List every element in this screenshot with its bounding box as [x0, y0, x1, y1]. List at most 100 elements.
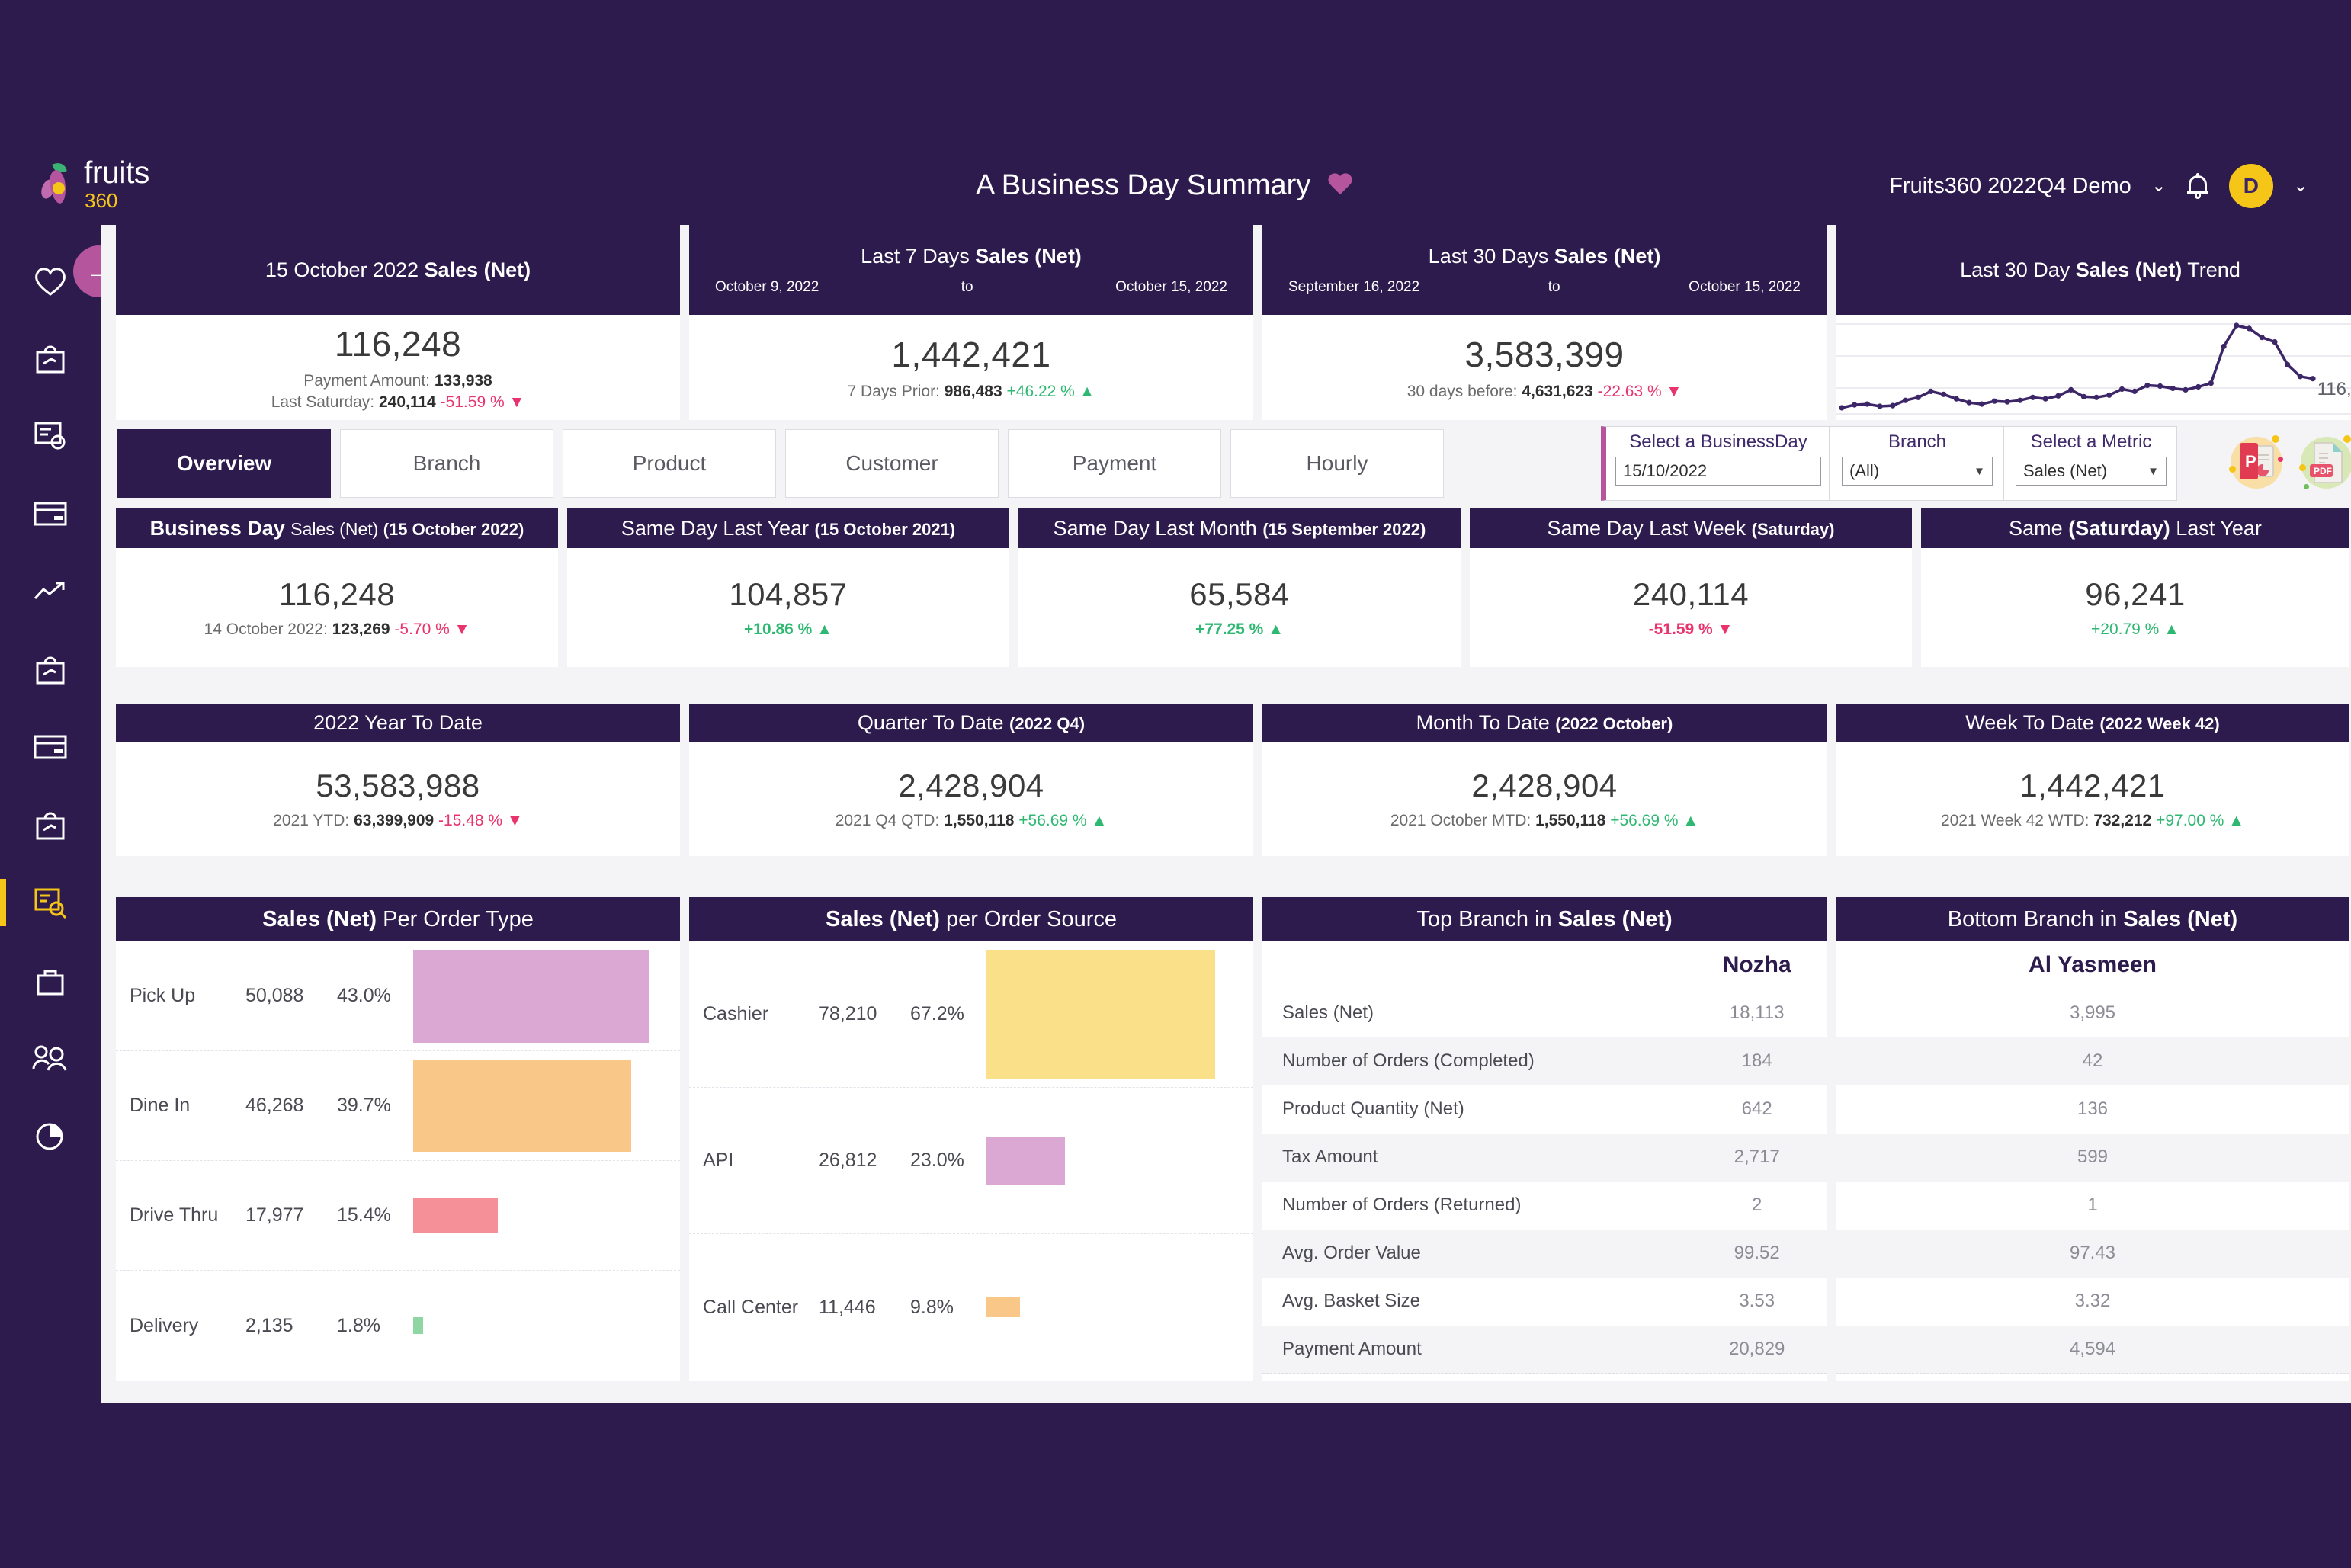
export-powerpoint-button[interactable]: P	[2224, 431, 2288, 495]
avatar[interactable]: D	[2228, 164, 2273, 208]
table-row: Number of Orders (Completed) 184	[1262, 1037, 1827, 1085]
compare-value: 240,114	[1632, 576, 1750, 612]
kpi-range-from: September 16, 2022	[1288, 278, 1420, 295]
todate-sub: 2021 Q4 QTD: 1,550,118 +56.69 % ▲	[836, 812, 1107, 830]
kpi-sub-compare: 30 days before: 4,631,623 -22.63 % ▼	[1407, 383, 1682, 401]
todate-title-small: (2022 Q4)	[1009, 713, 1086, 733]
branch-select[interactable]: (All) ▼	[1842, 457, 1993, 486]
metric-value: 136	[2077, 1098, 2109, 1119]
arrow-up-icon: ▲	[1268, 620, 1284, 638]
tab-product[interactable]: Product	[563, 429, 776, 498]
compare-card-same-day-last-week: Same Day Last Week (Saturday) 240,114 -5…	[1470, 508, 1912, 667]
bar-value-label: 50,088	[245, 985, 304, 1006]
bar-percent-label: 1.8%	[337, 1314, 380, 1336]
tab-branch[interactable]: Branch	[340, 429, 553, 498]
todate-sub-value: 1,550,118	[944, 812, 1015, 829]
sidebar-item-analytics[interactable]	[25, 1112, 75, 1159]
arrow-up-icon: ▲	[2228, 812, 2245, 829]
sidebar-item-payment-card-2[interactable]	[25, 723, 75, 771]
fruits-logo-icon	[39, 160, 76, 205]
panel-sales-per-order-source: Sales (Net) per Order Source Cashier 78,2…	[689, 897, 1253, 1381]
compare-delta: +10.86 %	[744, 620, 813, 638]
trend-header: Last 30 Day Sales (Net) Trend	[1836, 225, 2351, 315]
svg-text:PDF: PDF	[2314, 466, 2332, 476]
sidebar-item-order-report[interactable]	[25, 412, 75, 460]
tenant-chevron-down-icon[interactable]: ⌄	[2151, 177, 2167, 195]
todate-header: Week To Date (2022 Week 42)	[1836, 704, 2349, 742]
branch-value: (All)	[1849, 461, 1880, 480]
kpi-delta-arrow-down-icon: ▼	[508, 393, 525, 411]
compare-title-main: Same Day Last Year	[621, 516, 815, 540]
export-pdf-button[interactable]: PDF	[2295, 431, 2351, 495]
todate-body: 2,428,904 2021 Q4 QTD: 1,550,118 +56.69 …	[689, 742, 1253, 856]
kpi-sub-value: 4,631,623	[1522, 383, 1593, 400]
sidebar-item-basket-2[interactable]	[25, 646, 75, 693]
bar-rect	[413, 1198, 499, 1234]
bar-percent-label: 67.2%	[910, 1003, 964, 1024]
metric-label: Payment Amount	[1262, 1325, 1688, 1374]
metric-value: 20,829	[1687, 1325, 1827, 1374]
metric-label: Avg. Order Value	[1262, 1229, 1688, 1278]
panel-header: Sales (Net) per Order Source	[689, 897, 1253, 941]
todate-card-year: 2022 Year To Date 53,583,988 2021 YTD: 6…	[116, 704, 680, 856]
kpi-header: Last 30 Days Sales (Net) September 16, 2…	[1262, 225, 1827, 315]
kpi-row: 15 October 2022 Sales (Net) 116,248 Paym…	[116, 225, 2351, 420]
table-row: 136	[1836, 1085, 2349, 1134]
metric-value: 3.32	[2074, 1291, 2111, 1311]
app-root: fruits 360 A Business Day Summary Fruits…	[0, 0, 2351, 1568]
todate-body: 2,428,904 2021 October MTD: 1,550,118 +5…	[1262, 742, 1827, 856]
tab-customer[interactable]: Customer	[785, 429, 999, 498]
metric-value: 3.53	[1739, 1291, 1775, 1311]
trend-end-label: 116,4	[2317, 379, 2351, 399]
kpi-sub-value: 986,483	[944, 383, 1002, 400]
todate-title-main: Week To Date	[1965, 710, 2100, 734]
metric-value: 3,995	[2069, 1002, 2116, 1024]
kpi-range-to: October 15, 2022	[1115, 278, 1227, 295]
table-row: 42	[1836, 1037, 2349, 1085]
businessday-input[interactable]: 15/10/2022	[1615, 457, 1821, 486]
notification-bell-icon[interactable]	[2186, 173, 2209, 199]
bottom-branch-name: Al Yasmeen	[1836, 941, 2349, 989]
bar-chart-row: Dine In 46,268 39.7%	[116, 1051, 680, 1161]
tab-overview[interactable]: Overview	[117, 429, 331, 498]
bar-percent-label: 43.0%	[337, 985, 391, 1006]
account-chevron-down-icon[interactable]: ⌄	[2293, 177, 2308, 195]
todate-sub: 2021 YTD: 63,399,909 -15.48 % ▼	[273, 812, 523, 830]
bar-rect	[413, 1060, 632, 1153]
sidebar-item-trend-analysis[interactable]	[25, 568, 75, 615]
sidebar-item-favorites[interactable]	[25, 257, 75, 304]
sidebar-item-bag[interactable]	[25, 957, 75, 1004]
tab-hourly[interactable]: Hourly	[1230, 429, 1444, 498]
favorite-heart-icon[interactable]	[1327, 174, 1353, 197]
bar-category-label: API	[703, 1150, 734, 1171]
page-title-group: A Business Day Summary	[976, 169, 1353, 202]
filter-branch: Branch (All) ▼	[1830, 426, 2003, 501]
compare-sub: +20.79 % ▲	[2091, 620, 2179, 639]
compare-sub-value: 123,269	[332, 620, 390, 638]
metric-select[interactable]: Sales (Net) ▼	[2016, 457, 2167, 486]
metric-value: 99.52	[1687, 1229, 1827, 1278]
panel-top-branch: Top Branch in Sales (Net) Nozha Sales (N…	[1262, 897, 1827, 1381]
kpi-title-plain: 15 October 2022	[265, 258, 425, 281]
order-type-bar-chart: Pick Up 50,088 43.0% Dine In 46,268 39.7% Driv…	[116, 941, 680, 1381]
sidebar-item-payment-card[interactable]	[25, 490, 75, 537]
sidebar-item-basket-3[interactable]	[25, 801, 75, 848]
filter-label: Branch	[1888, 431, 1947, 452]
sidebar-item-customers[interactable]	[25, 1034, 75, 1082]
table-row: Avg. Basket Size 3.53	[1262, 1278, 1827, 1326]
kpi-card-today-sales: 15 October 2022 Sales (Net) 116,248 Paym…	[116, 225, 680, 420]
todate-delta: +97.00 %	[2156, 812, 2224, 829]
tab-payment[interactable]: Payment	[1008, 429, 1221, 498]
sidebar-item-business-day-summary[interactable]	[0, 879, 75, 926]
panel-title-rest: Per Order Type	[377, 906, 534, 932]
arrow-up-icon: ▲	[1682, 812, 1699, 829]
app-logo[interactable]: fruits 360	[39, 157, 149, 210]
sidebar-item-product-basket[interactable]	[25, 335, 75, 382]
metric-label: Tax Amount	[1262, 1133, 1688, 1182]
compare-card-business-day: Business Day Sales (Net) (15 October 202…	[116, 508, 558, 667]
bar-category-label: Cashier	[703, 1003, 769, 1024]
todate-card-week: Week To Date (2022 Week 42) 1,442,421 20…	[1836, 704, 2349, 856]
kpi-title-bold: Sales (Net)	[1554, 244, 1661, 268]
todate-value: 53,583,988	[316, 768, 480, 803]
kpi-body: 1,442,421 7 Days Prior: 986,483 +46.22 %…	[689, 315, 1253, 420]
